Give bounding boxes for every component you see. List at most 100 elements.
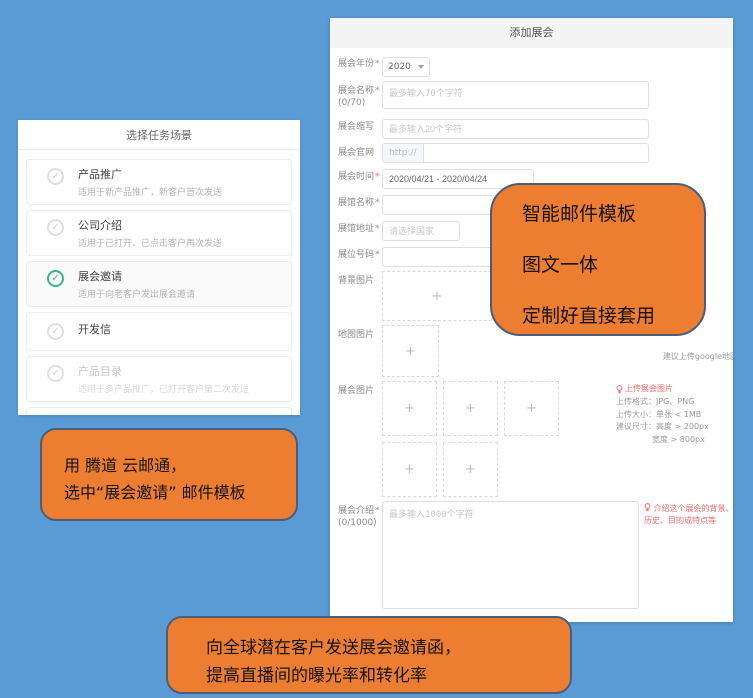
background-upload-box[interactable]: + bbox=[382, 271, 492, 321]
scenario-item-subtitle: 适用于已打开、已点击客户再次发送 bbox=[78, 236, 222, 249]
check-icon: ✓ bbox=[51, 326, 59, 337]
callout-send-invites: 向全球潜在客户发送展会邀请函， 提高直播间的曝光率和转化率 bbox=[166, 616, 572, 694]
callout-line: 提高直播间的曝光率和转化率 bbox=[206, 662, 570, 690]
photo-hint-title: 上传展会图片 bbox=[616, 383, 733, 395]
scenario-list: ✓ 产品推广 适用于新产品推广，新客户首次发送 ✓ 公司介绍 适用于已打开、已点… bbox=[18, 150, 300, 415]
year-select-value: 2020 bbox=[388, 62, 411, 72]
callout-line: 用 腾道 云邮通， bbox=[64, 452, 296, 479]
page-background: 选择任务场景 ✓ 产品推广 适用于新产品推广，新客户首次发送 ✓ 公司介绍 适用… bbox=[0, 0, 753, 698]
callout-select-template: 用 腾道 云邮通， 选中“展会邀请” 邮件模板 bbox=[40, 428, 298, 521]
year-label: 展会年份* bbox=[338, 54, 382, 77]
check-circle-icon: ✓ bbox=[47, 219, 64, 236]
scenario-panel-title: 选择任务场景 bbox=[18, 120, 300, 150]
hall-label: 展馆名称* bbox=[338, 193, 382, 215]
scenario-item-title: 开发信 bbox=[78, 321, 111, 337]
scenario-item-subtitle: 适用于新产品推广，新客户首次发送 bbox=[78, 185, 222, 198]
scenario-item-text: 展会邀请 适用于向老客户发出展会邀请 bbox=[78, 268, 195, 300]
photo-upload-box[interactable]: + bbox=[382, 442, 437, 497]
name-row: 展会名称*(0/70) bbox=[338, 81, 723, 113]
photo-upload-box[interactable]: + bbox=[443, 442, 498, 497]
year-select[interactable]: 2020 bbox=[382, 57, 430, 77]
lightbulb-icon bbox=[644, 503, 651, 512]
photo-hint-title-text: 上传展会图片 bbox=[625, 383, 673, 395]
photo-upload-box[interactable]: + bbox=[382, 381, 437, 436]
required-asterisk: * bbox=[375, 198, 380, 208]
scenario-item-text: 产品推广 适用于新产品推广，新客户首次发送 bbox=[78, 166, 222, 198]
intro-label: 展会介绍*(0/1000) bbox=[338, 501, 382, 613]
intro-field: 介绍这个展会的背景、历史、目的或特点等 bbox=[382, 501, 723, 613]
photo-hint-line: 建议尺寸：高度 > 200px bbox=[616, 421, 733, 433]
required-asterisk: * bbox=[375, 172, 380, 182]
scenario-item-subtitle: 适用于多产品推广，已打开客户第二次发送 bbox=[78, 382, 249, 395]
plus-icon: + bbox=[404, 401, 415, 416]
callout-smart-template: 智能邮件模板 图文一体 定制好直接套用 bbox=[490, 183, 706, 336]
required-asterisk: * bbox=[375, 224, 380, 234]
scenario-item-text: 开发信 bbox=[78, 321, 111, 340]
map-hint-text: 建议上传google地图图片 bbox=[639, 351, 733, 363]
callout-line: 图文一体 bbox=[522, 250, 704, 277]
website-field: http:// bbox=[382, 143, 723, 163]
required-asterisk: * bbox=[375, 59, 380, 69]
photo-hint-line: 上传大小：单张 < 1MB bbox=[616, 409, 733, 421]
photo-upload-hints: 上传展会图片 上传格式：JPG、PNG 上传大小：单张 < 1MB 建议尺寸：高… bbox=[616, 383, 733, 446]
intro-textarea[interactable] bbox=[382, 501, 639, 609]
url-prefix: http:// bbox=[383, 144, 424, 162]
scenario-item-title: 公司实力 bbox=[78, 414, 240, 415]
map-upload-box[interactable]: + bbox=[382, 325, 439, 377]
map-image-label: 地图图片 bbox=[338, 325, 382, 377]
required-asterisk: * bbox=[375, 506, 380, 516]
scenario-item-title: 展会邀请 bbox=[78, 268, 195, 284]
scenario-item-text: 产品目录 适用于多产品推广，已打开客户第二次发送 bbox=[78, 363, 249, 395]
photo-upload-box[interactable]: + bbox=[504, 381, 559, 436]
scenario-item-exhibition-invite[interactable]: ✓ 展会邀请 适用于向老客户发出展会邀请 bbox=[26, 261, 292, 307]
required-asterisk: * bbox=[375, 86, 380, 96]
scenario-item-company-strength[interactable]: ✓ 公司实力 适用于已打开、已点击的客户第四次发送 bbox=[26, 407, 292, 415]
plus-icon: + bbox=[526, 401, 537, 416]
name-counter: (0/70) bbox=[338, 97, 382, 109]
scenario-item-product-promo[interactable]: ✓ 产品推广 适用于新产品推广，新客户首次发送 bbox=[26, 159, 292, 205]
website-label: 展会官网 bbox=[338, 143, 382, 163]
check-icon: ✓ bbox=[51, 171, 59, 182]
intro-hint: 介绍这个展会的背景、历史、目的或特点等 bbox=[644, 503, 733, 528]
lightbulb-icon bbox=[616, 385, 623, 394]
map-hint-fragment: 0px bbox=[639, 339, 733, 351]
scenario-item-company-intro[interactable]: ✓ 公司介绍 适用于已打开、已点击客户再次发送 bbox=[26, 210, 292, 256]
scenario-item-product-catalog[interactable]: ✓ 产品目录 适用于多产品推广，已打开客户第二次发送 bbox=[26, 356, 292, 402]
check-icon: ✓ bbox=[51, 368, 59, 379]
exhibition-photos-row: 展会图片 + + + + + 上传展会图片 上传格式：JPG、 bbox=[338, 381, 723, 497]
year-row: 展会年份* 2020 bbox=[338, 54, 723, 77]
scenario-item-title: 产品目录 bbox=[78, 363, 249, 379]
callout-line: 向全球潜在客户发送展会邀请函， bbox=[206, 634, 570, 662]
intro-hint-text: 介绍这个展会的背景、历史、目的或特点等 bbox=[644, 504, 733, 525]
callout-line: 选中“展会邀请” 邮件模板 bbox=[64, 479, 296, 506]
intro-row: 展会介绍*(0/1000) 介绍这个展会的背景、历史、目的或特点等 bbox=[338, 501, 723, 613]
booth-label: 展位号码* bbox=[338, 245, 382, 267]
abbr-label: 展会缩写 bbox=[338, 117, 382, 139]
photo-upload-box[interactable]: + bbox=[443, 381, 498, 436]
check-circle-icon: ✓ bbox=[47, 365, 64, 382]
plus-icon: + bbox=[465, 462, 476, 477]
scenario-item-title: 公司介绍 bbox=[78, 217, 222, 233]
exhibition-photos-label: 展会图片 bbox=[338, 381, 382, 497]
photo-hint-line: 上传格式：JPG、PNG bbox=[616, 396, 733, 408]
address-label: 展馆地址* bbox=[338, 219, 382, 241]
modal-title: 添加展会 bbox=[330, 18, 733, 48]
background-image-label: 背景图片 bbox=[338, 271, 382, 321]
check-icon: ✓ bbox=[51, 222, 59, 233]
scenario-item-text: 公司实力 适用于已打开、已点击的客户第四次发送 bbox=[78, 414, 240, 415]
website-input[interactable] bbox=[424, 144, 648, 162]
abbr-input[interactable] bbox=[382, 119, 649, 139]
website-row: 展会官网 http:// bbox=[338, 143, 723, 163]
chevron-down-icon bbox=[418, 65, 424, 69]
scenario-item-subtitle: 适用于向老客户发出展会邀请 bbox=[78, 287, 195, 300]
name-input[interactable] bbox=[382, 81, 649, 109]
callout-line: 智能邮件模板 bbox=[522, 199, 704, 226]
check-circle-icon: ✓ bbox=[47, 168, 64, 185]
exhibition-photos-field: + + + + + 上传展会图片 上传格式：JPG、PNG 上传大小：单张 < … bbox=[382, 381, 723, 497]
abbr-field bbox=[382, 117, 723, 139]
country-select-input[interactable] bbox=[382, 221, 460, 241]
name-field bbox=[382, 81, 723, 113]
website-input-wrap: http:// bbox=[382, 143, 649, 163]
scenario-item-dev-letter[interactable]: ✓ 开发信 bbox=[26, 312, 292, 351]
scenario-item-title: 产品推广 bbox=[78, 166, 222, 182]
